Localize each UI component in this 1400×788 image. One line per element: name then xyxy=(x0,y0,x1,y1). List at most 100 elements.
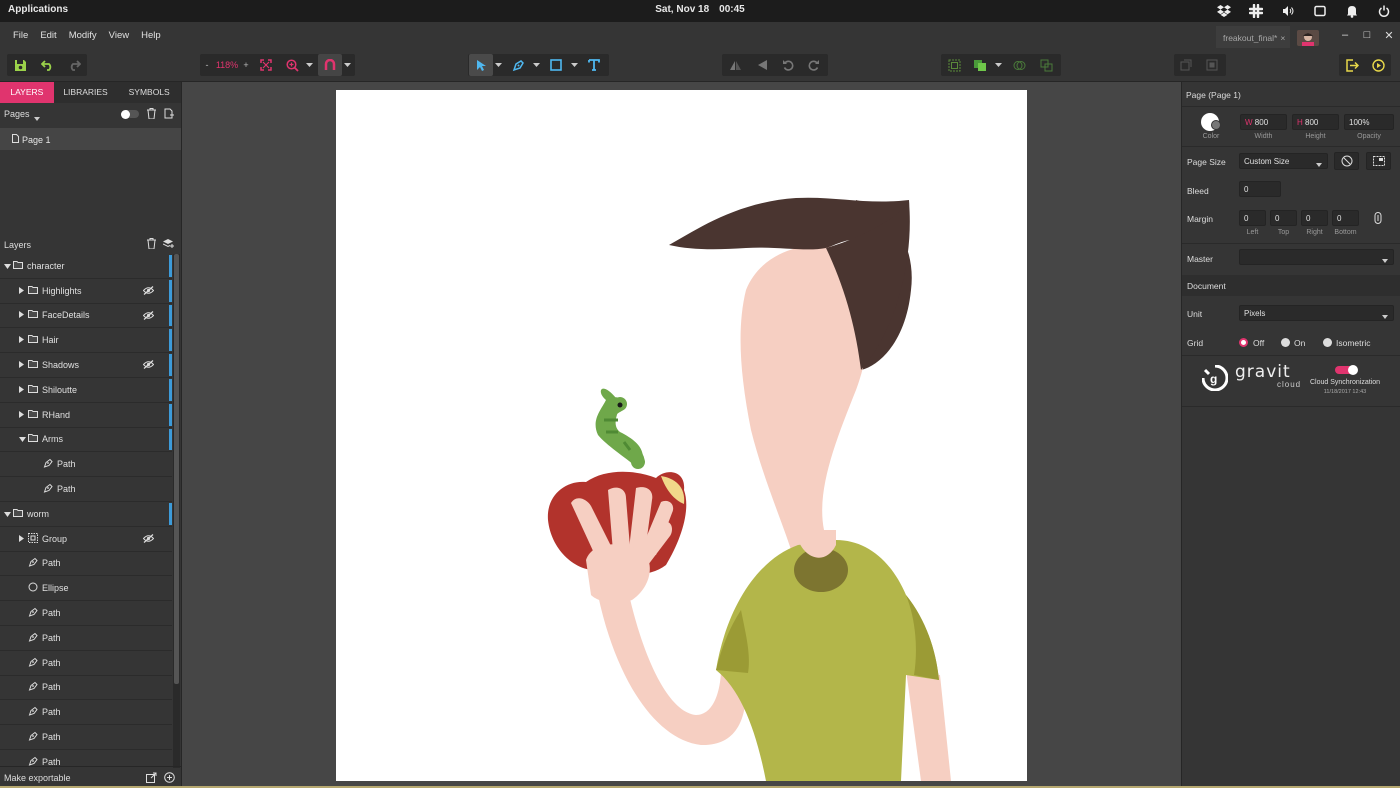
snap-dropdown-chevron-icon[interactable] xyxy=(342,54,352,76)
layer-row[interactable]: Shiloutte xyxy=(0,378,172,403)
pages-dropdown-chevron-icon[interactable] xyxy=(34,113,40,123)
fit-to-screen-icon[interactable] xyxy=(255,54,277,76)
margin-bottom-field[interactable]: 0 xyxy=(1332,210,1359,226)
zoom-out-button[interactable]: - xyxy=(201,54,213,76)
expand-chevron-icon[interactable] xyxy=(19,385,28,395)
layer-row[interactable]: Arms xyxy=(0,428,172,453)
menu-edit[interactable]: Edit xyxy=(40,30,56,41)
zoom-in-button[interactable]: + xyxy=(240,54,252,76)
pen-dropdown-chevron-icon[interactable] xyxy=(531,54,541,76)
user-avatar[interactable] xyxy=(1297,30,1319,46)
layer-row[interactable]: Path xyxy=(0,651,172,676)
orientation-icon[interactable] xyxy=(1334,152,1359,170)
display-icon[interactable] xyxy=(1304,0,1336,22)
margin-link-icon[interactable] xyxy=(1374,212,1382,226)
create-symbol-icon[interactable] xyxy=(1175,54,1197,76)
layer-row[interactable]: Path xyxy=(0,725,172,750)
pen-tool-icon[interactable] xyxy=(507,54,529,76)
bleed-field[interactable]: 0 xyxy=(1239,181,1281,197)
close-window-button[interactable]: ✕ xyxy=(1378,24,1400,46)
opacity-field[interactable]: 100% xyxy=(1344,114,1394,130)
group-icon[interactable] xyxy=(943,54,965,76)
tab-layers[interactable]: LAYERS xyxy=(0,82,54,103)
menu-view[interactable]: View xyxy=(109,30,129,41)
applications-menu[interactable]: Applications xyxy=(8,4,68,15)
flip-horizontal-icon[interactable] xyxy=(724,54,746,76)
redo-button[interactable] xyxy=(62,54,86,76)
visibility-hidden-icon[interactable] xyxy=(142,533,155,545)
dropbox-icon[interactable] xyxy=(1208,0,1240,22)
margin-left-field[interactable]: 0 xyxy=(1239,210,1266,226)
zoom-dropdown-chevron-icon[interactable] xyxy=(304,54,314,76)
fit-page-icon[interactable] xyxy=(1366,152,1391,170)
grid-isometric-radio[interactable] xyxy=(1323,338,1332,347)
artboard-page[interactable] xyxy=(336,90,1027,781)
expand-chevron-icon[interactable] xyxy=(19,286,28,296)
page-item[interactable]: Page 1 xyxy=(0,128,181,150)
tab-libraries[interactable]: LIBRARIES xyxy=(54,82,118,103)
unit-select[interactable]: Pixels xyxy=(1239,305,1394,321)
layer-row[interactable]: worm xyxy=(0,502,172,527)
layers-scrollbar[interactable] xyxy=(173,254,180,768)
make-exportable-label[interactable]: Make exportable xyxy=(4,773,71,783)
save-button[interactable] xyxy=(8,54,32,76)
notification-icon[interactable] xyxy=(1336,0,1368,22)
boolean-operations-icon[interactable] xyxy=(1008,54,1030,76)
detach-symbol-icon[interactable] xyxy=(1201,54,1223,76)
margin-top-field[interactable]: 0 xyxy=(1270,210,1297,226)
pages-label[interactable]: Pages xyxy=(4,109,30,119)
delete-page-icon[interactable] xyxy=(147,108,156,121)
pages-toggle[interactable] xyxy=(121,109,139,119)
layer-row[interactable]: Highlights xyxy=(0,279,172,304)
shape-dropdown-chevron-icon[interactable] xyxy=(569,54,579,76)
expand-chevron-icon[interactable] xyxy=(19,310,28,320)
tab-symbols[interactable]: SYMBOLS xyxy=(117,82,181,103)
flip-vertical-icon[interactable] xyxy=(751,54,773,76)
minimize-button[interactable]: – xyxy=(1334,24,1356,46)
rotate-left-icon[interactable] xyxy=(777,54,799,76)
path-operations-icon[interactable] xyxy=(1035,54,1057,76)
page-size-select[interactable]: Custom Size xyxy=(1239,153,1328,169)
zoom-tool-icon[interactable] xyxy=(281,54,303,76)
color-picker-icon[interactable] xyxy=(1211,120,1221,130)
grid-on-radio[interactable] xyxy=(1281,338,1290,347)
collapse-chevron-icon[interactable] xyxy=(4,261,13,271)
layer-row[interactable]: Path xyxy=(0,477,172,502)
add-export-icon[interactable] xyxy=(164,772,175,785)
menu-help[interactable]: Help xyxy=(141,30,161,41)
rotate-right-icon[interactable] xyxy=(803,54,825,76)
collapse-chevron-icon[interactable] xyxy=(19,434,28,444)
layer-row[interactable]: FaceDetails xyxy=(0,304,172,329)
margin-right-field[interactable]: 0 xyxy=(1301,210,1328,226)
snap-magnet-icon[interactable] xyxy=(318,54,342,76)
layer-row[interactable]: Path xyxy=(0,700,172,726)
layer-row[interactable]: Path xyxy=(0,626,172,651)
export-icon[interactable] xyxy=(1340,54,1364,76)
visibility-hidden-icon[interactable] xyxy=(142,285,155,297)
width-field[interactable]: W 800 xyxy=(1240,114,1287,130)
rectangle-tool-icon[interactable] xyxy=(545,54,567,76)
slack-icon[interactable] xyxy=(1240,0,1272,22)
menu-modify[interactable]: Modify xyxy=(69,30,97,41)
collapse-chevron-icon[interactable] xyxy=(4,509,13,519)
expand-chevron-icon[interactable] xyxy=(19,410,28,420)
expand-chevron-icon[interactable] xyxy=(19,335,28,345)
visibility-hidden-icon[interactable] xyxy=(142,360,155,371)
layer-row[interactable]: Group xyxy=(0,527,172,552)
cloud-sync-toggle[interactable] xyxy=(1335,365,1358,375)
arrange-dropdown-chevron-icon[interactable] xyxy=(993,54,1003,76)
document-tab[interactable]: freakout_final* × xyxy=(1216,26,1290,48)
volume-icon[interactable] xyxy=(1272,0,1304,22)
power-icon[interactable] xyxy=(1368,0,1400,22)
master-select[interactable] xyxy=(1239,249,1394,265)
layer-row[interactable]: Path xyxy=(0,601,172,626)
pointer-dropdown-chevron-icon[interactable] xyxy=(493,54,503,76)
height-field[interactable]: H 800 xyxy=(1292,114,1339,130)
layer-row[interactable]: Shadows xyxy=(0,353,172,378)
layer-row[interactable]: Path xyxy=(0,750,172,766)
grid-off-radio[interactable] xyxy=(1239,338,1248,347)
expand-chevron-icon[interactable] xyxy=(19,534,28,544)
pointer-tool-icon[interactable] xyxy=(469,54,493,76)
document-tab-close[interactable]: × xyxy=(1280,33,1285,43)
layer-row[interactable]: Path xyxy=(0,676,172,701)
